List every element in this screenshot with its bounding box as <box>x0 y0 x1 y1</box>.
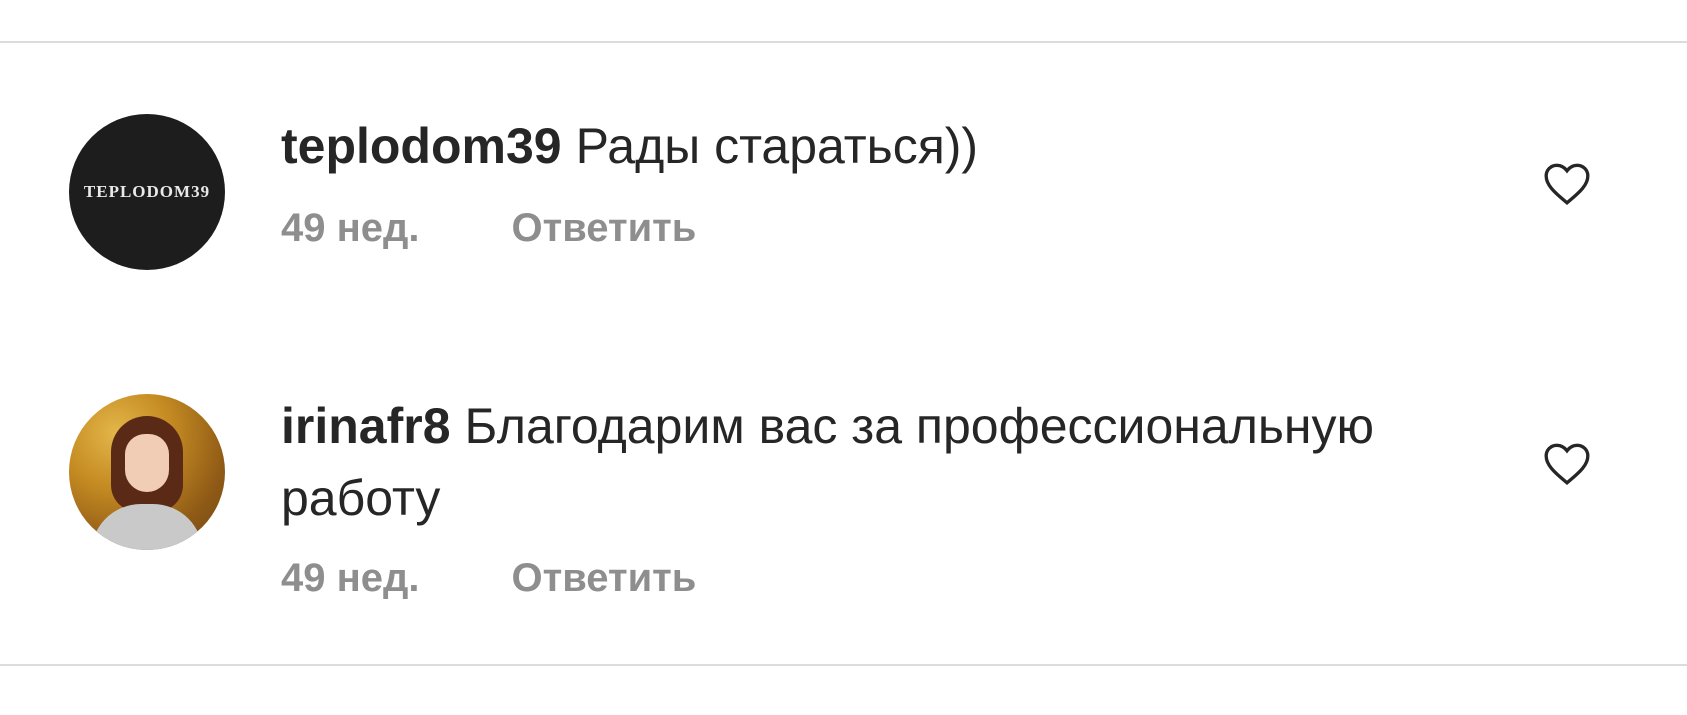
comments-panel: TEPLODOM39 teplodom39 Рады стараться)) 49… <box>0 0 1687 715</box>
heart-outline-icon[interactable] <box>1542 160 1592 206</box>
avatar-face <box>125 434 169 492</box>
comment-text-block: teplodom39 Рады стараться)) <box>281 110 1421 182</box>
avatar[interactable] <box>69 394 225 550</box>
avatar-shoulders <box>91 504 203 550</box>
reply-button[interactable]: Ответить <box>512 206 697 251</box>
reply-button[interactable]: Ответить <box>512 556 697 601</box>
comment-body: Рады стараться)) <box>575 118 979 174</box>
comment-username[interactable]: irinafr8 <box>281 398 451 454</box>
comment-username[interactable]: teplodom39 <box>281 118 562 174</box>
heart-outline-icon[interactable] <box>1542 440 1592 486</box>
comment-meta: 49 нед. Ответить <box>281 556 696 601</box>
bottom-divider <box>0 664 1687 666</box>
top-divider <box>0 41 1687 43</box>
comment-text-block: irinafr8 Благодарим вас за профессиональн… <box>281 390 1421 534</box>
comment-time: 49 нед. <box>281 556 420 600</box>
avatar[interactable]: TEPLODOM39 <box>69 114 225 270</box>
comment-meta: 49 нед. Ответить <box>281 206 696 251</box>
avatar-logo-text: TEPLODOM39 <box>83 182 211 201</box>
comment-time: 49 нед. <box>281 206 420 250</box>
